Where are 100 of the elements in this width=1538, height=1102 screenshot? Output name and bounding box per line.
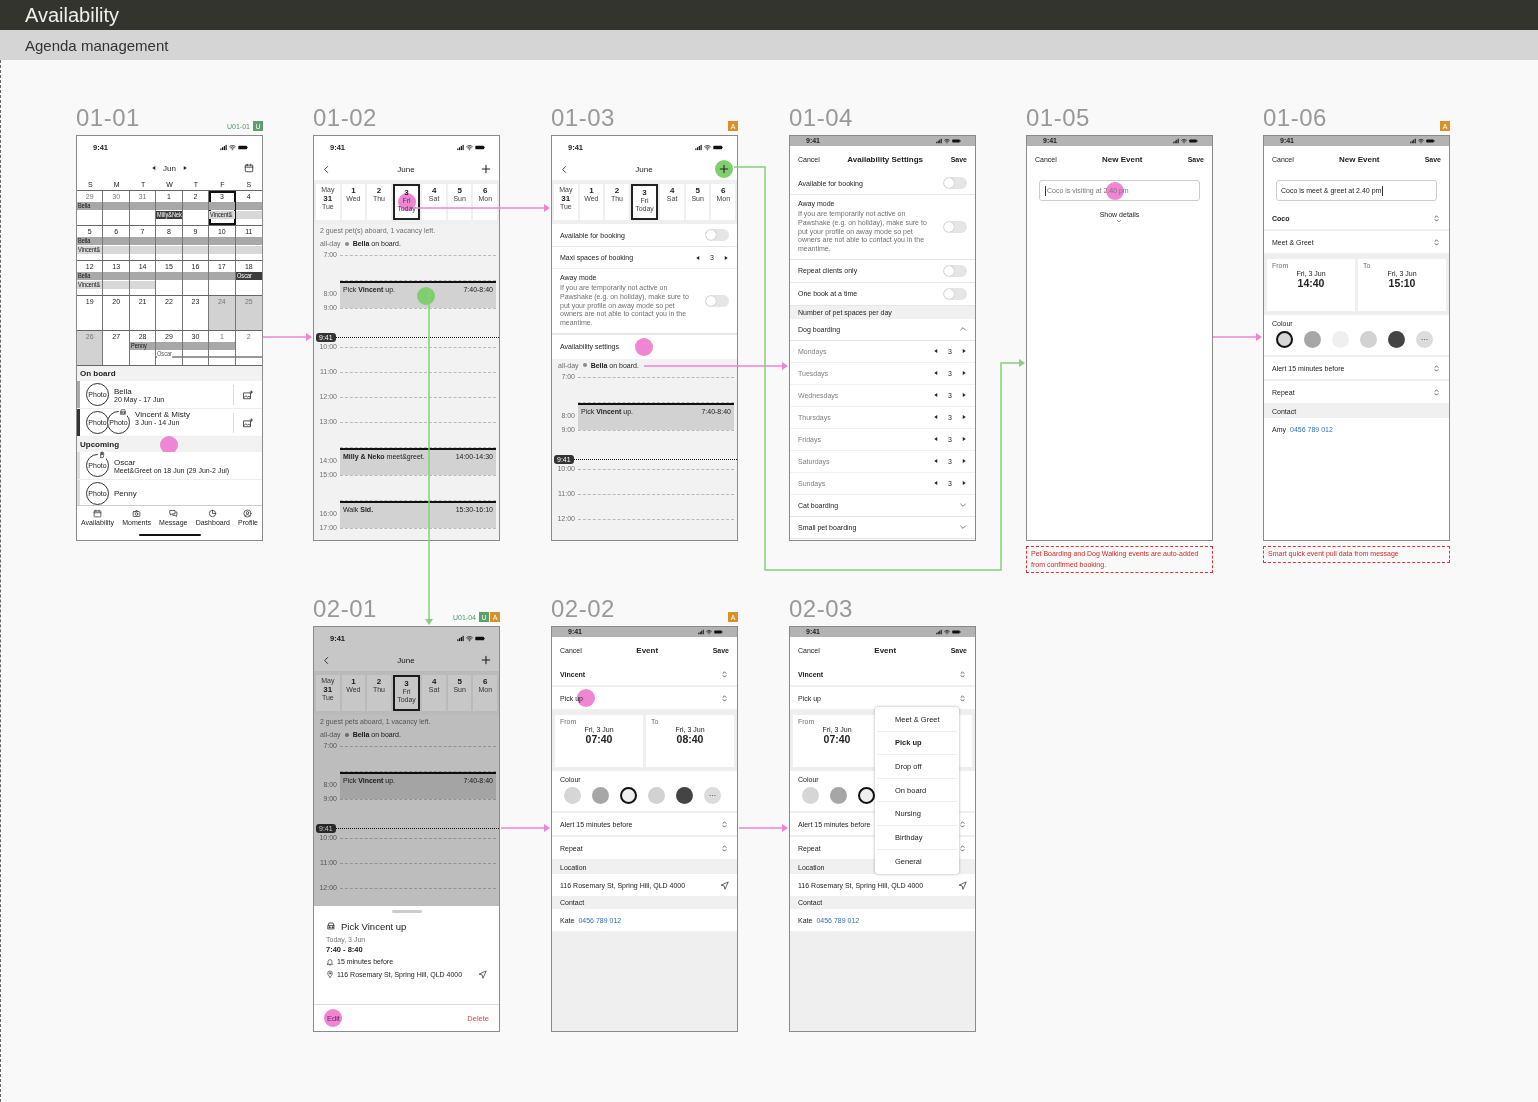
signal-icon <box>1173 138 1179 144</box>
signal-icon <box>694 143 702 151</box>
sheet-handle[interactable] <box>391 910 422 913</box>
signal-icon <box>456 634 464 642</box>
wifi-icon <box>944 138 950 144</box>
add-photo-icon[interactable] <box>243 389 253 400</box>
colour-swatch[interactable] <box>648 787 665 804</box>
updown-icon[interactable] <box>958 693 967 703</box>
screen-label: 02-03 <box>789 596 853 622</box>
increase-icon[interactable] <box>961 436 967 443</box>
card-time: 15:10 <box>1388 277 1416 289</box>
updown-icon[interactable] <box>958 819 967 829</box>
signal-icon <box>698 629 704 635</box>
previous-icon[interactable] <box>151 165 158 171</box>
decrease-icon[interactable] <box>933 458 939 465</box>
battery-icon <box>474 143 485 151</box>
decrease-icon[interactable] <box>933 392 939 399</box>
colour-swatch[interactable] <box>858 787 875 804</box>
toggle-switch[interactable] <box>943 177 967 189</box>
increase-icon[interactable] <box>723 254 729 261</box>
flow-arrow <box>500 824 550 832</box>
decrease-icon[interactable] <box>695 254 701 261</box>
battery-icon <box>474 634 485 642</box>
card-time: 07:40 <box>585 733 613 745</box>
section-header: Upcoming <box>77 437 262 452</box>
modal-title: New Event <box>1102 154 1143 164</box>
signal-icon <box>219 143 227 151</box>
colour-swatch[interactable] <box>802 787 819 804</box>
home-indicator <box>138 533 201 537</box>
screen-label: 01-04 <box>789 105 853 131</box>
add-icon[interactable] <box>481 655 491 665</box>
back-icon[interactable] <box>322 655 331 665</box>
person-name: Bella <box>114 386 133 396</box>
toggle-switch[interactable] <box>705 294 729 307</box>
page-title: Availability <box>25 3 120 27</box>
toggle-switch[interactable] <box>943 220 967 233</box>
colour-swatch[interactable] <box>592 787 609 804</box>
colour-swatch[interactable] <box>564 787 581 804</box>
increase-icon[interactable] <box>961 348 967 355</box>
back-icon[interactable] <box>322 164 331 174</box>
bell-icon <box>326 957 334 966</box>
updown-icon[interactable] <box>720 843 729 853</box>
colour-swatch[interactable] <box>830 787 847 804</box>
updown-icon[interactable] <box>720 669 729 679</box>
toggle-switch[interactable] <box>943 287 967 300</box>
back-icon[interactable] <box>560 164 569 174</box>
colour-swatch[interactable] <box>620 787 637 804</box>
navigation-icon[interactable] <box>958 880 967 890</box>
next-icon[interactable] <box>181 165 188 171</box>
increase-icon[interactable] <box>961 480 967 487</box>
screen-label: 02-01 <box>313 596 377 622</box>
navigation-icon[interactable] <box>720 880 729 890</box>
increase-icon[interactable] <box>961 392 967 399</box>
add-photo-icon[interactable] <box>243 417 253 428</box>
nav-title: June <box>635 164 653 174</box>
updown-icon[interactable] <box>720 693 729 703</box>
decrease-icon[interactable] <box>933 370 939 377</box>
updown-icon[interactable] <box>1432 237 1441 247</box>
increase-icon[interactable] <box>961 458 967 465</box>
add-icon[interactable] <box>481 164 491 174</box>
chat-icon <box>168 509 178 518</box>
modal-title: Event <box>874 645 897 655</box>
colour-swatch[interactable] <box>1276 331 1293 348</box>
signal-icon <box>1410 138 1416 144</box>
card-time: 14:40 <box>1297 277 1325 289</box>
updown-icon[interactable] <box>1432 387 1441 397</box>
toggle-switch[interactable] <box>705 229 729 241</box>
increase-icon[interactable] <box>961 370 967 377</box>
wifi-icon <box>228 143 236 151</box>
screen-label: 01-02 <box>313 105 377 131</box>
flow-arrow <box>738 824 788 832</box>
colour-swatch[interactable] <box>1304 331 1321 348</box>
wifi-icon <box>1181 138 1187 144</box>
screen-label: 02-02 <box>551 596 615 622</box>
flow-arrow <box>1212 333 1262 341</box>
battery-icon <box>1426 138 1435 144</box>
sheet-title: Pick Vincent up <box>341 920 407 932</box>
increase-icon[interactable] <box>961 414 967 421</box>
updown-icon[interactable] <box>1432 363 1441 373</box>
person-name: Oscar <box>114 457 137 467</box>
decrease-icon[interactable] <box>933 480 939 487</box>
updown-icon[interactable] <box>958 669 967 679</box>
updown-icon[interactable] <box>720 819 729 829</box>
decrease-icon[interactable] <box>933 436 939 443</box>
battery-icon <box>712 143 723 151</box>
decrease-icon[interactable] <box>933 414 939 421</box>
decrease-icon[interactable] <box>933 348 939 355</box>
person-name: Vincent & Misty <box>135 410 191 419</box>
colour-swatch[interactable] <box>676 787 693 804</box>
wifi-icon <box>1418 138 1424 144</box>
navigation-icon[interactable] <box>478 969 487 979</box>
calendar-icon[interactable] <box>244 163 254 173</box>
updown-icon[interactable] <box>958 843 967 853</box>
add-icon[interactable] <box>719 164 729 174</box>
chevron-down-icon <box>1116 218 1123 224</box>
updown-icon[interactable] <box>1432 213 1441 223</box>
toggle-switch[interactable] <box>943 264 967 277</box>
colour-swatch[interactable] <box>1360 331 1377 348</box>
colour-swatch[interactable] <box>1388 331 1405 348</box>
battery-icon <box>952 138 961 144</box>
